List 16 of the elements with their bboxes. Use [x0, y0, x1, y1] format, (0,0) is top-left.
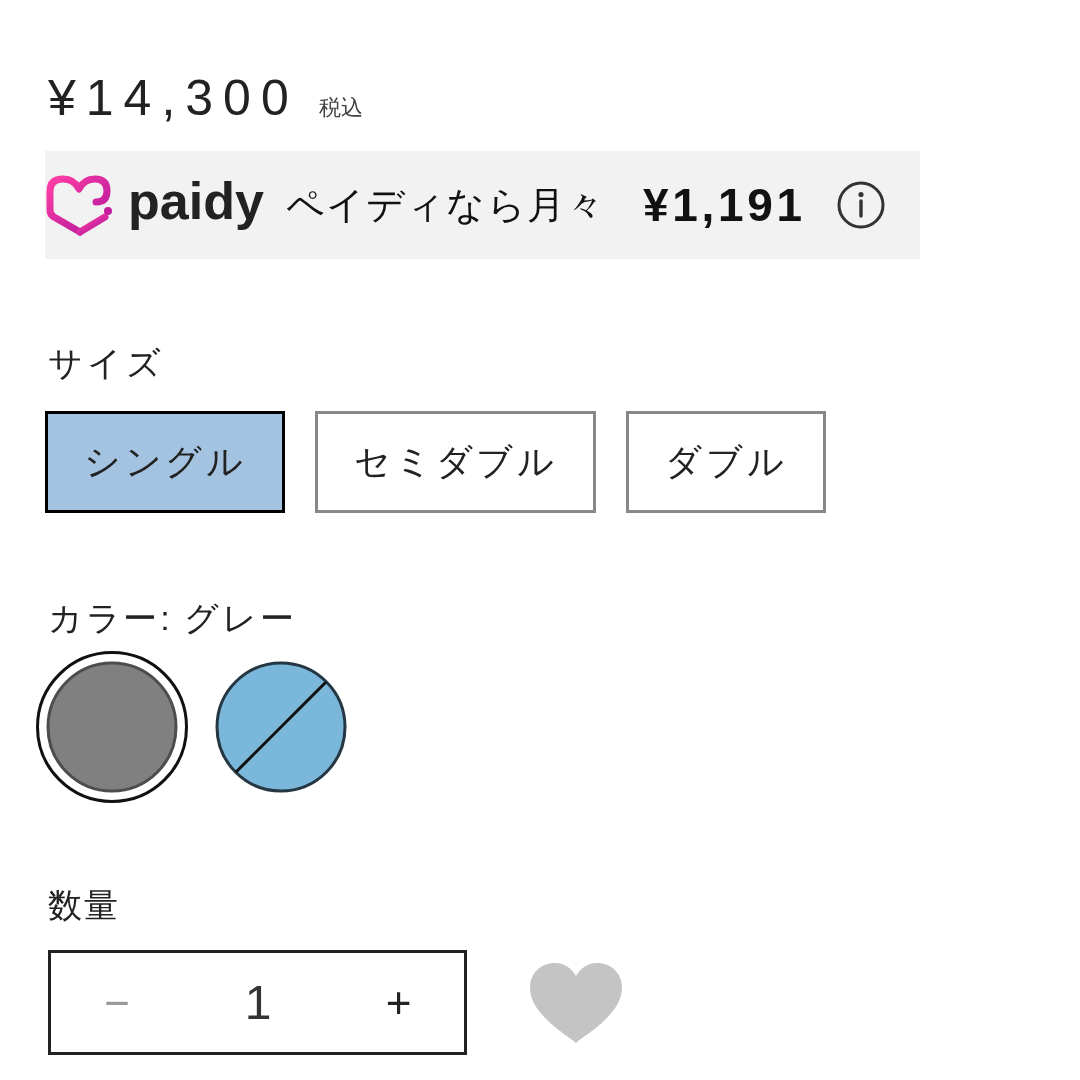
info-icon[interactable]: [835, 180, 886, 230]
size-option[interactable]: ダブル: [626, 411, 827, 513]
increase-button[interactable]: +: [333, 953, 464, 1052]
size-option[interactable]: シングル: [45, 411, 286, 513]
installment-message: ペイディなら月々: [285, 182, 605, 228]
quantity-input[interactable]: 1: [183, 953, 333, 1052]
quantity-label: 数量: [47, 885, 121, 926]
brand-name: paidy: [128, 171, 264, 232]
monthly-amount: ¥1,191: [642, 177, 806, 233]
price: ¥14,300: [47, 69, 299, 128]
size-option[interactable]: セミダブル: [315, 411, 597, 513]
color-swatch-icon[interactable]: [36, 651, 188, 803]
tax-note: 税込: [318, 94, 363, 122]
color-label: カラー: グレー: [47, 598, 297, 639]
color-swatch-icon[interactable]: [214, 660, 348, 794]
size-label: サイズ: [47, 343, 166, 384]
